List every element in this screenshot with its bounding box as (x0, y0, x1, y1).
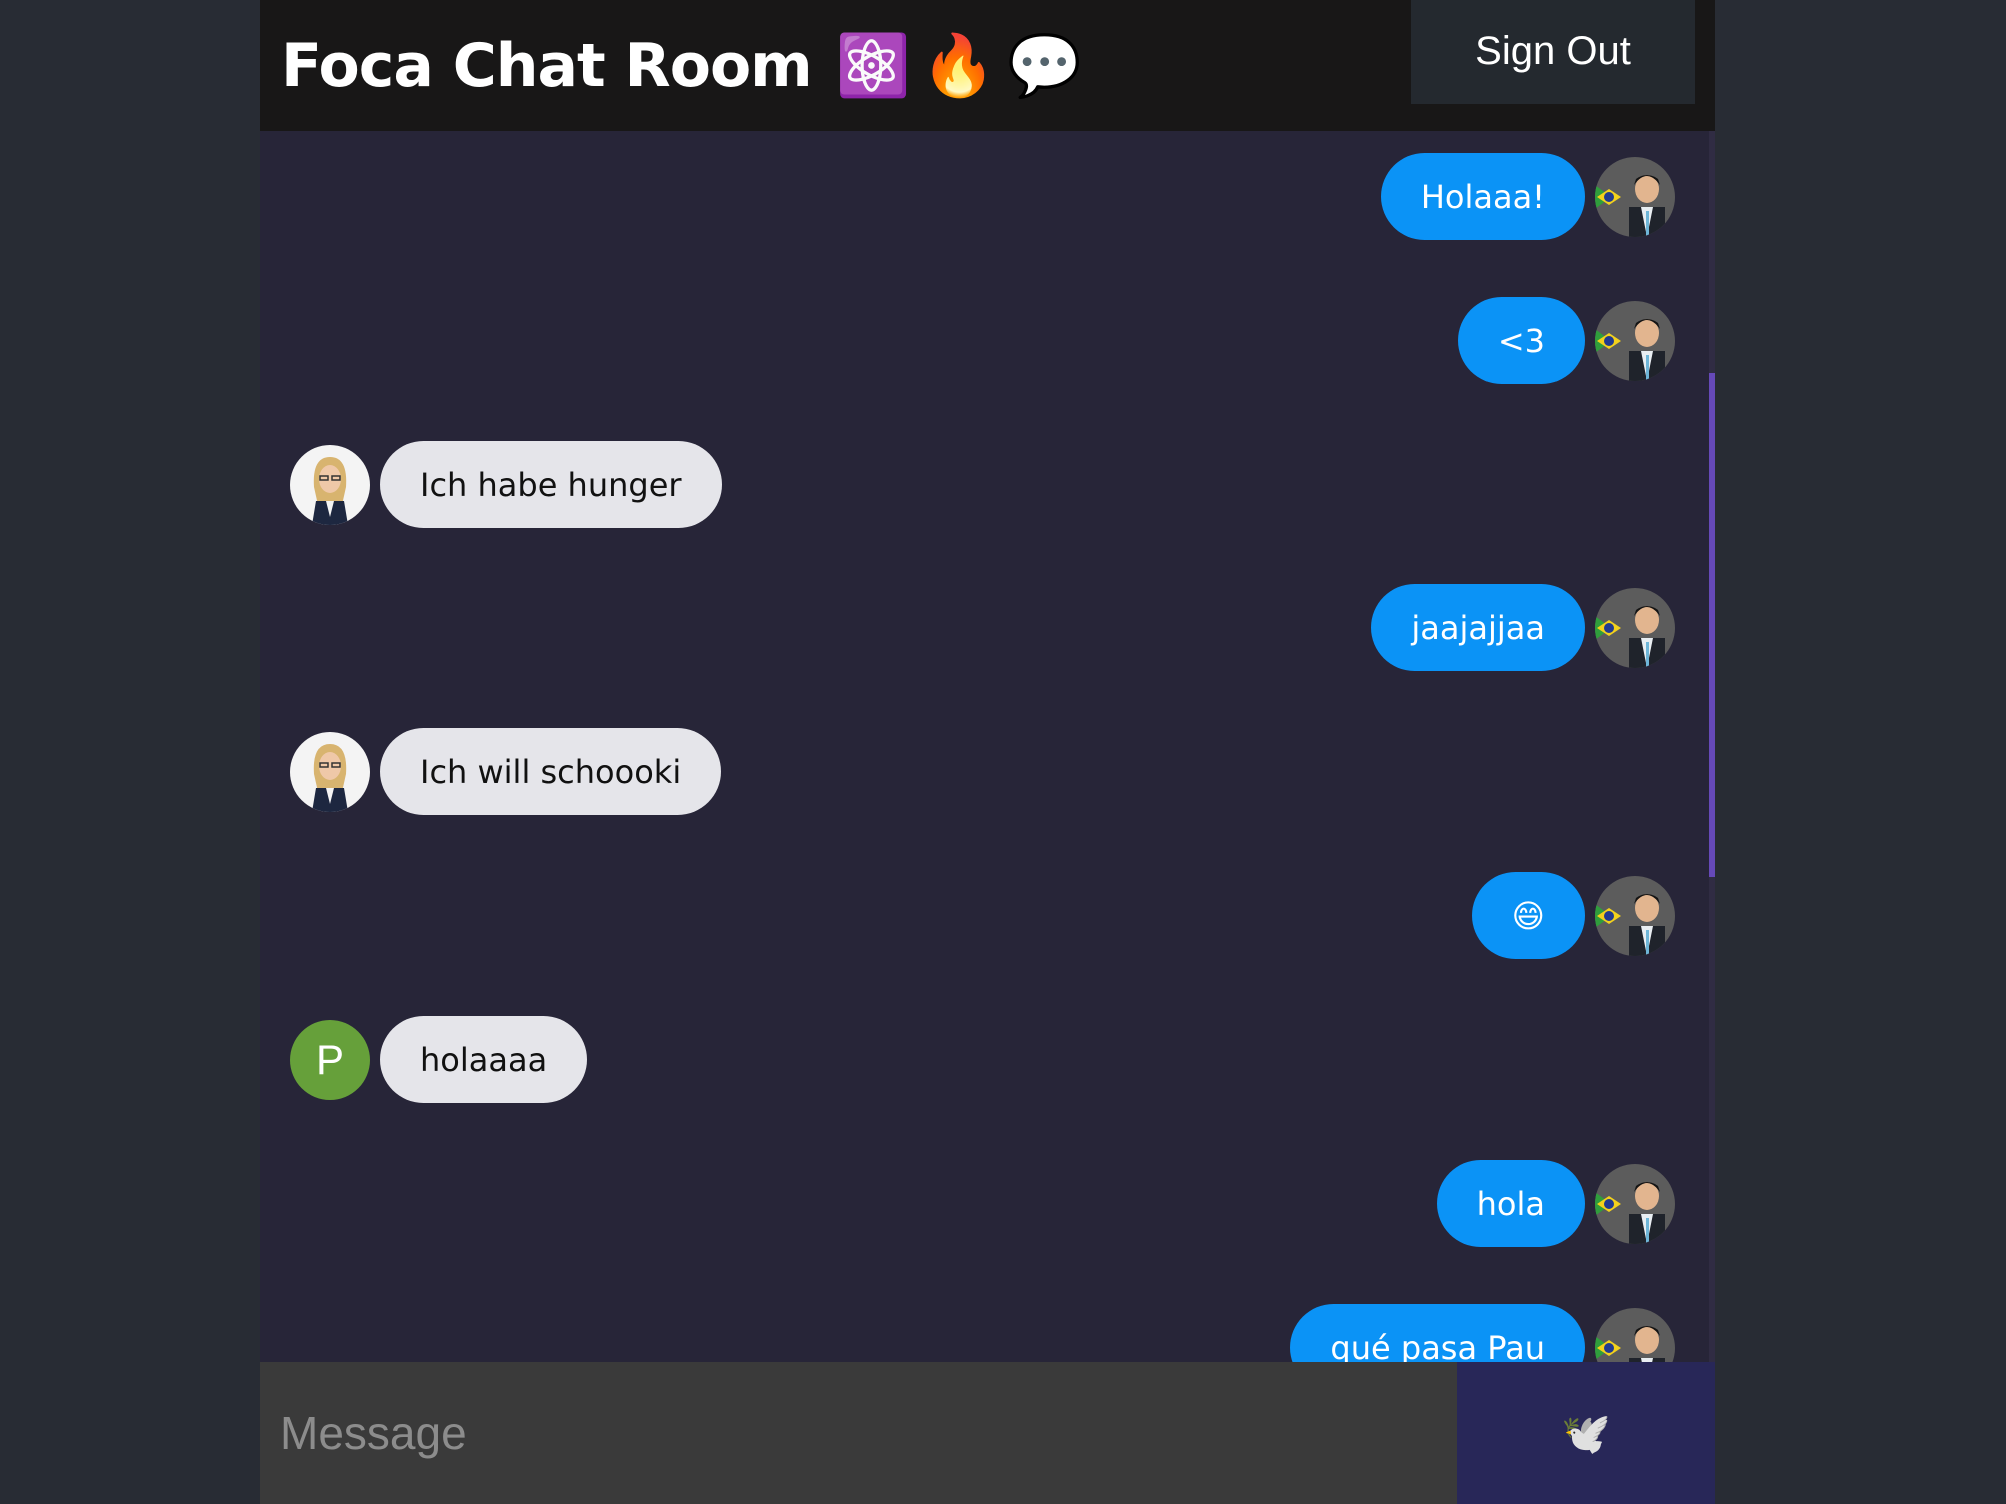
speech-bubble-icon: 💬 (1007, 31, 1082, 101)
message-sent: qué pasa Pau (1290, 1304, 1675, 1362)
dove-icon: 🕊️ (1561, 1411, 1611, 1456)
message-sent: Holaaa! (1380, 153, 1675, 240)
message-sent: 😄 (1471, 872, 1675, 959)
message-bubble: <3 (1457, 297, 1585, 384)
message-sent: <3 (1457, 297, 1675, 384)
message-received: Ich will schoooki (290, 728, 722, 815)
message-bubble: hola (1436, 1160, 1585, 1247)
message-bubble: Ich will schoooki (380, 728, 722, 815)
message-list[interactable]: Holaaa! <3 Ich habe hunger jaajajjaa Ich… (260, 131, 1715, 1362)
app-header: Foca Chat Room ⚛️ 🔥 💬 Sign Out (260, 0, 1715, 131)
message-bubble: 😄 (1471, 872, 1585, 959)
message-received: Ich habe hunger (290, 441, 722, 528)
message-sent: hola (1436, 1160, 1675, 1247)
message-bubble: jaajajjaa (1371, 584, 1585, 671)
avatar (1595, 156, 1675, 237)
message-received: P holaaaa (290, 1016, 588, 1103)
atom-icon: ⚛️ (835, 31, 911, 101)
sign-out-button[interactable]: Sign Out (1411, 0, 1695, 104)
avatar: P (290, 1019, 370, 1100)
avatar (1595, 1163, 1675, 1244)
message-bubble: Holaaa! (1380, 153, 1585, 240)
avatar (1595, 300, 1675, 381)
avatar (1595, 1307, 1675, 1362)
avatar (290, 731, 370, 812)
scrollbar-thumb[interactable] (1709, 373, 1715, 877)
message-form: 🕊️ (260, 1362, 1715, 1504)
message-bubble: Ich habe hunger (380, 441, 722, 528)
message-sent: jaajajjaa (1371, 584, 1675, 671)
avatar (1595, 587, 1675, 668)
message-bubble: holaaaa (380, 1016, 588, 1103)
chat-app: Foca Chat Room ⚛️ 🔥 💬 Sign Out Holaaa! <… (260, 0, 1715, 1504)
send-button[interactable]: 🕊️ (1457, 1362, 1715, 1504)
title-text: Foca Chat Room (281, 30, 813, 101)
message-input[interactable] (260, 1362, 1457, 1504)
fire-icon: 🔥 (921, 31, 996, 101)
avatar (290, 444, 370, 525)
message-bubble: qué pasa Pau (1290, 1304, 1585, 1362)
page-title: Foca Chat Room ⚛️ 🔥 💬 (281, 30, 1082, 102)
avatar (1595, 875, 1675, 956)
